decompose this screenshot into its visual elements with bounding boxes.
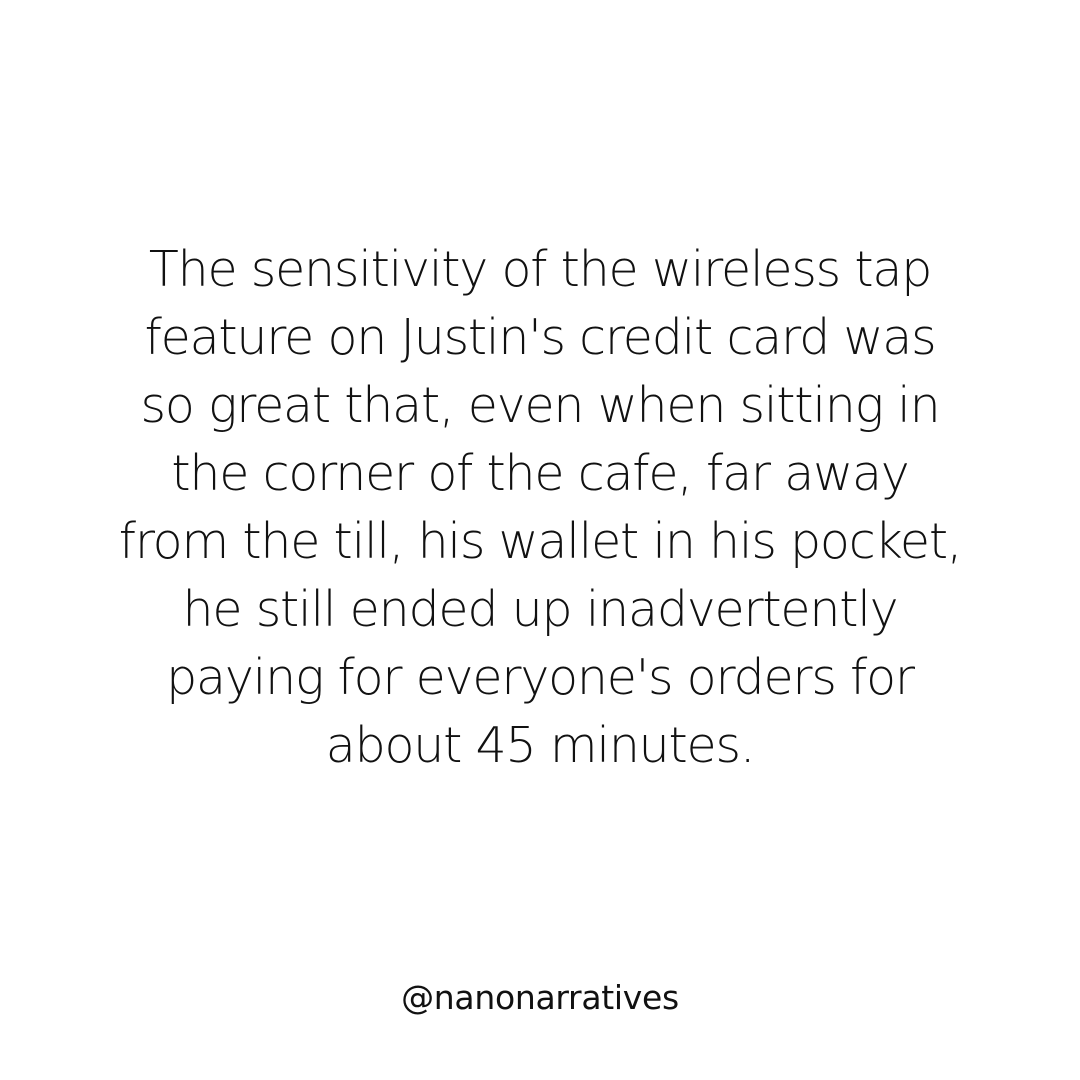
story-line: paying for everyone's orders for bbox=[166, 649, 915, 706]
story-line: feature on Justin's credit card was bbox=[144, 309, 937, 366]
author-handle: @nanonarratives bbox=[401, 978, 679, 1017]
story-line: so great that, even when sitting in bbox=[140, 377, 941, 434]
story-line: about 45 minutes. bbox=[325, 717, 756, 774]
story-line: The sensitivity of the wireless tap bbox=[148, 241, 932, 298]
story-text: The sensitivity of the wireless tap feat… bbox=[0, 236, 1080, 780]
story-line: from the till, his wallet in his pocket, bbox=[118, 513, 963, 570]
story-line: the corner of the cafe, far away bbox=[171, 445, 909, 502]
story-line: he still ended up inadvertently bbox=[182, 581, 899, 638]
